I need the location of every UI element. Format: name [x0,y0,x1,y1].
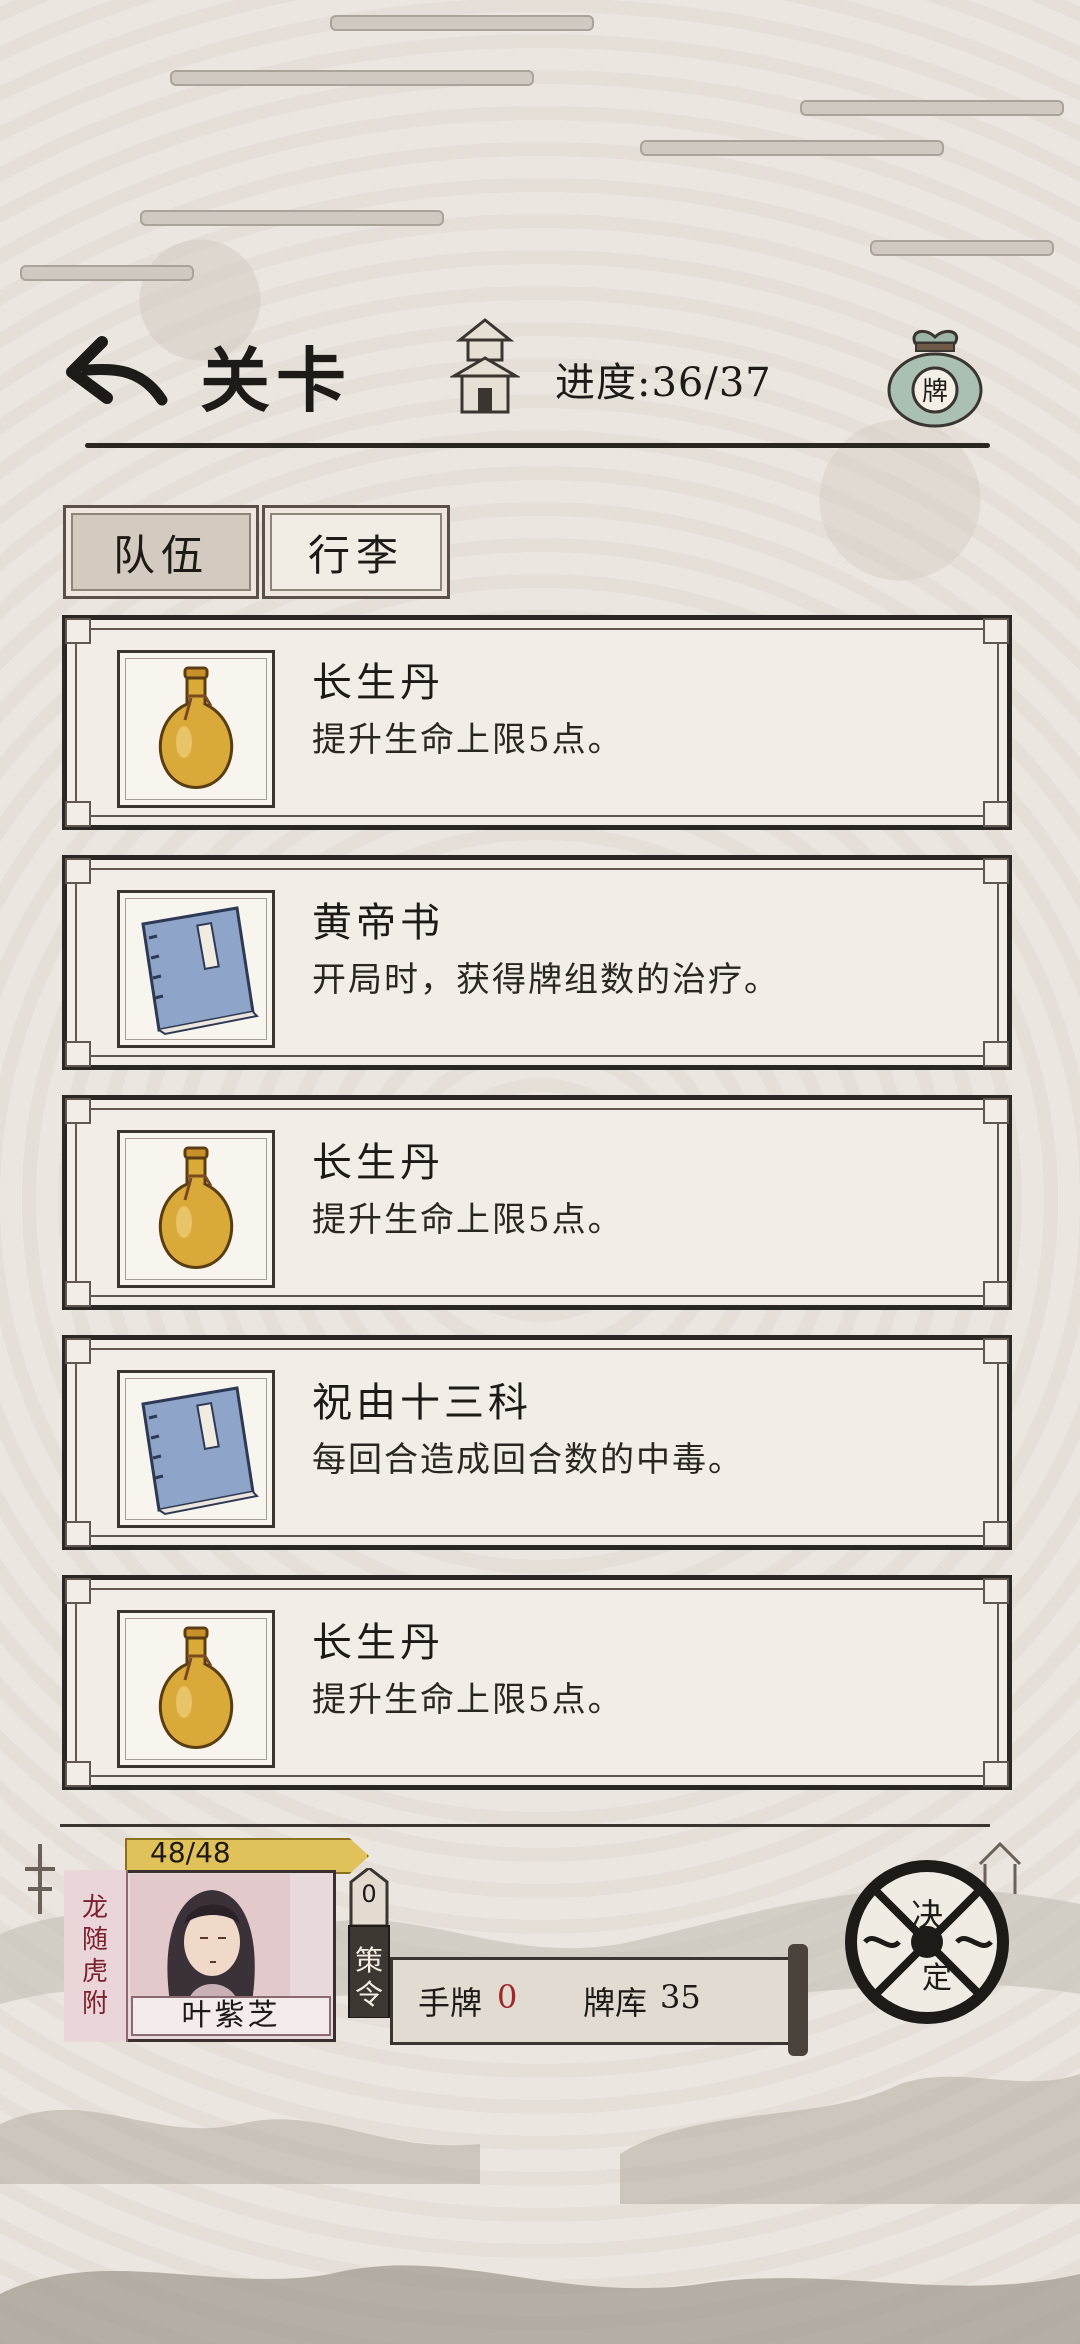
deck-count: 35 [660,1978,701,2016]
item-name: 长生丹 [312,660,444,706]
hero-name: 叶紫芝 [131,1996,331,2036]
decide-button[interactable]: 决 定 [845,1860,1010,2025]
item-thumbnail [117,890,275,1048]
cloud-decoration [140,210,444,226]
item-thumbnail [117,650,275,808]
item-name: 祝由十三科 [312,1380,532,1426]
item-description: 开局时，获得牌组数的治疗。 [312,960,780,1000]
cloud-decoration [170,70,534,86]
tactic-count: 0 [361,1880,377,1908]
hand-label: 手牌 [418,1984,483,2022]
tab-team[interactable]: 队伍 [63,505,259,599]
item-name: 长生丹 [312,1140,444,1186]
item-thumbnail [117,1610,275,1768]
cloud-decoration [330,15,594,31]
deck-bag-icon[interactable]: 牌 [880,325,990,430]
faction-char: 虎 [81,1957,108,1987]
tactic-label[interactable]: 策 令 [348,1944,390,2012]
cloud-decoration [870,240,1054,256]
list-item[interactable]: 黄帝书 开局时，获得牌组数的治疗。 [62,855,1012,1070]
list-item[interactable]: 长生丹 提升生命上限5点。 [62,1095,1012,1310]
tab-luggage[interactable]: 行李 [262,505,450,599]
gourd-icon [158,1146,234,1269]
bottom-divider [60,1824,990,1827]
cloud-decoration [640,140,944,156]
list-item[interactable]: 长生丹 提升生命上限5点。 [62,615,1012,830]
cloud-decoration [800,100,1064,116]
hand-count: 0 [497,1978,518,2016]
tactic-char: 令 [354,1978,383,2011]
item-description: 提升生命上限5点。 [312,720,624,760]
tower-icon [450,318,520,414]
list-item[interactable]: 祝由十三科 每回合造成回合数的中毒。 [62,1335,1012,1550]
faction-badge: 龙 随 虎 附 [64,1870,128,2042]
list-item[interactable]: 长生丹 提升生命上限5点。 [62,1575,1012,1790]
faction-char: 龙 [81,1893,108,1923]
deck-label[interactable]: 牌库 [583,1978,647,2024]
book-icon [141,1386,260,1516]
gourd-icon [158,666,234,789]
hero-portrait [130,1874,290,2002]
scroll-roller [788,1944,808,2056]
hp-value: 48/48 [150,1836,231,1869]
seal-char-bottom: 定 [922,1961,952,1996]
item-name: 长生丹 [312,1620,444,1666]
header-divider [85,443,990,448]
back-arrow-icon[interactable] [62,330,172,420]
gourd-icon [158,1626,234,1749]
progress-indicator: 进度:36/37 [555,360,772,406]
cloud-decoration [20,265,194,281]
faction-char: 随 [81,1925,108,1955]
seal-char-top: 决 [911,1896,943,1934]
deck-bag-label: 牌 [922,377,948,407]
tactic-char: 策 [354,1944,383,1977]
item-description: 每回合造成回合数的中毒。 [312,1440,744,1480]
item-thumbnail [117,1370,275,1528]
faction-char: 附 [81,1989,108,2019]
book-icon [141,906,260,1036]
item-thumbnail [117,1130,275,1288]
item-description: 提升生命上限5点。 [312,1680,624,1720]
item-name: 黄帝书 [312,900,444,946]
page-title: 关卡 [200,339,352,422]
item-description: 提升生命上限5点。 [312,1200,624,1240]
